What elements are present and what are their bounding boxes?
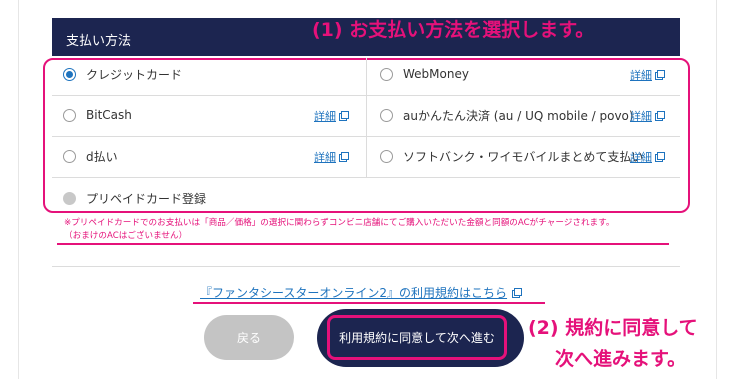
prepaid-notice-line2: （おまけのACはございません） <box>64 231 188 241</box>
radio-icon[interactable] <box>380 149 393 163</box>
radio-icon[interactable] <box>63 108 76 122</box>
radio-icon[interactable] <box>380 67 393 81</box>
frame-left-border <box>18 0 19 379</box>
radio-icon[interactable] <box>63 149 76 163</box>
section-divider <box>52 266 680 267</box>
payment-option-au[interactable]: auかんたん決済 (au / UQ mobile / povo) <box>380 105 634 125</box>
frame-right-border <box>716 0 717 379</box>
option-label: auかんたん決済 (au / UQ mobile / povo) <box>403 108 634 123</box>
detail-link-label: 詳細 <box>630 110 652 123</box>
annotation-step2-line1: (2) 規約に同意して <box>528 317 698 339</box>
option-label: d払い <box>86 149 118 164</box>
payment-method-title: 支払い方法 <box>66 34 132 49</box>
detail-link-bitcash[interactable]: 詳細 <box>314 108 349 124</box>
detail-link-webmoney[interactable]: 詳細 <box>630 67 665 83</box>
detail-link-au[interactable]: 詳細 <box>630 108 665 124</box>
terms-highlight-underline <box>193 302 545 304</box>
detail-link-label: 詳細 <box>630 151 652 164</box>
radio-icon[interactable] <box>380 108 393 122</box>
external-link-icon <box>512 287 523 298</box>
prepaid-notice: ※プリペイドカードでのお支払いは「商品／価格」の選択に関わらずコンビニ店舗にてご… <box>64 217 614 243</box>
payment-option-softbank[interactable]: ソフトバンク・ワイモバイルまとめて支払い <box>380 146 643 166</box>
grid-divider <box>52 177 680 178</box>
external-link-icon <box>655 70 665 80</box>
radio-selected-icon[interactable] <box>63 67 76 81</box>
detail-link-label: 詳細 <box>314 110 336 123</box>
payment-option-bitcash[interactable]: BitCash <box>63 105 132 125</box>
payment-option-prepaid-card: プリペイドカード登録 <box>63 188 206 208</box>
notice-highlight-underline <box>57 243 669 245</box>
payment-option-d-barai[interactable]: d払い <box>63 146 118 166</box>
payment-option-credit-card[interactable]: クレジットカード <box>63 64 182 84</box>
external-link-icon <box>339 111 349 121</box>
detail-link-softbank[interactable]: 詳細 <box>630 149 665 165</box>
terms-of-service-link[interactable]: 『ファンタシースターオンライン2』の利用規約はこちら <box>200 284 523 301</box>
detail-link-label: 詳細 <box>314 151 336 164</box>
option-label: クレジットカード <box>86 67 183 82</box>
detail-link-label: 詳細 <box>630 69 652 82</box>
detail-link-d-barai[interactable]: 詳細 <box>314 149 349 165</box>
payment-option-webmoney[interactable]: WebMoney <box>380 64 469 84</box>
external-link-icon <box>655 152 665 162</box>
prepaid-notice-line1: ※プリペイドカードでのお支払いは「商品／価格」の選択に関わらずコンビニ店舗にてご… <box>64 218 615 228</box>
back-button[interactable]: 戻る <box>204 315 294 360</box>
annotation-step1: (1) お支払い方法を選択します。 <box>312 19 595 41</box>
external-link-icon <box>655 111 665 121</box>
annotation-step2-line2: 次へ進みます。 <box>555 348 687 370</box>
agree-and-next-button[interactable]: 利用規約に同意して次へ進む <box>327 315 507 360</box>
option-label: ソフトバンク・ワイモバイルまとめて支払い <box>403 149 644 164</box>
radio-disabled-icon <box>63 191 76 205</box>
terms-link-label: 『ファンタシースターオンライン2』の利用規約はこちら <box>200 286 508 300</box>
option-label: BitCash <box>86 108 132 122</box>
option-label: プリペイドカード登録 <box>86 191 207 206</box>
grid-divider <box>366 58 367 177</box>
external-link-icon <box>339 152 349 162</box>
option-label: WebMoney <box>403 67 469 81</box>
